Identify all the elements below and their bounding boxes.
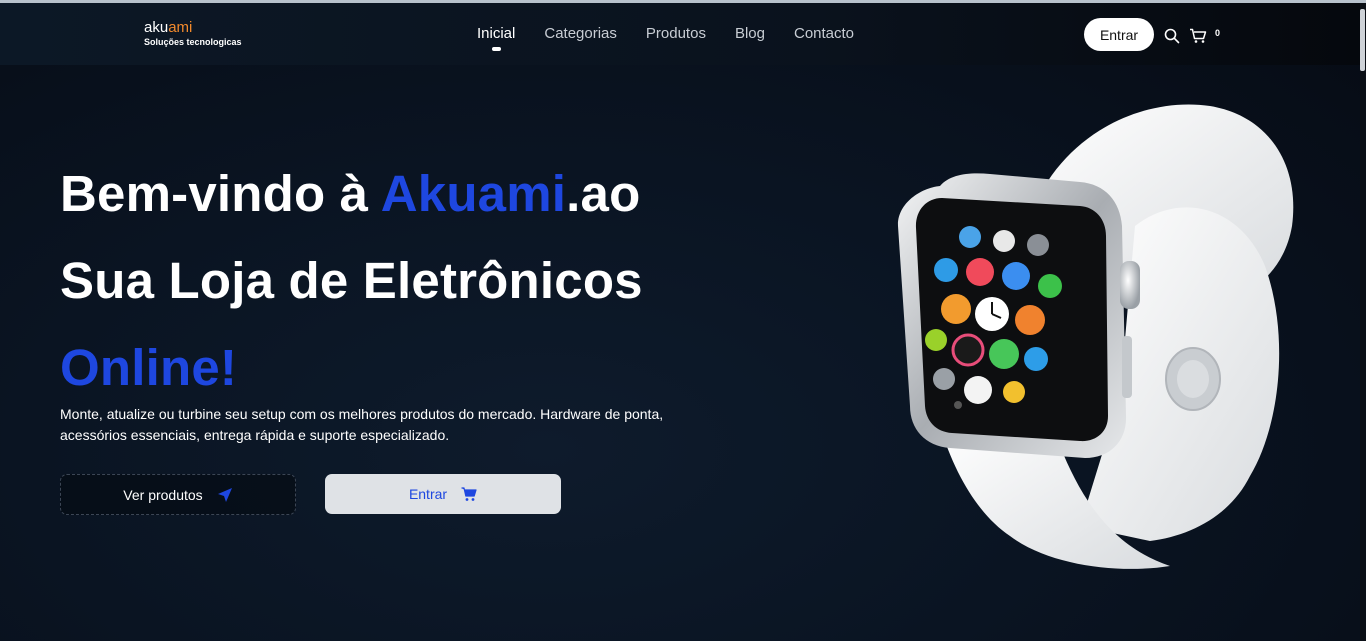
scrollbar[interactable] bbox=[1360, 3, 1366, 641]
hero-description: Monte, atualize ou turbine seu setup com… bbox=[60, 406, 664, 443]
view-products-label: Ver produtos bbox=[123, 486, 203, 503]
cart-count-badge: 0 bbox=[1215, 28, 1221, 38]
enter-button[interactable]: Entrar bbox=[325, 474, 561, 514]
nav-item-categorias[interactable]: Categorias bbox=[544, 25, 617, 42]
nav-item-inicial[interactable]: Inicial bbox=[477, 25, 516, 51]
main-nav: Inicial Categorias Produtos Blog Contact… bbox=[477, 25, 854, 51]
nav-item-contacto[interactable]: Contacto bbox=[794, 25, 854, 42]
shopping-cart-icon bbox=[461, 486, 477, 501]
send-icon bbox=[217, 487, 232, 502]
logo[interactable]: akuami Soluções tecnologicas bbox=[144, 19, 242, 48]
nav-item-blog[interactable]: Blog bbox=[735, 25, 765, 42]
site-header: akuami Soluções tecnologicas Inicial Cat… bbox=[0, 3, 1360, 65]
hero-title-brand: Akuami bbox=[380, 165, 567, 222]
nav-label: Inicial bbox=[477, 25, 516, 42]
hero-title-prefix: Bem-vindo à bbox=[60, 165, 381, 222]
nav-item-produtos[interactable]: Produtos bbox=[646, 25, 706, 42]
logo-name-accent: ami bbox=[168, 19, 193, 36]
smartwatch-image bbox=[897, 104, 1294, 569]
hero-title-line1: Bem-vindo à Akuami.ao bbox=[60, 150, 643, 237]
active-indicator bbox=[492, 47, 501, 51]
logo-wordmark: akuami bbox=[144, 19, 242, 36]
logo-tagline: Soluções tecnologicas bbox=[144, 37, 242, 47]
hero-title: Bem-vindo à Akuami.ao Sua Loja de Eletrô… bbox=[60, 150, 643, 411]
login-button[interactable]: Entrar bbox=[1084, 18, 1154, 51]
view-products-button[interactable]: Ver produtos bbox=[60, 474, 296, 515]
hero-title-line3: Online! bbox=[60, 339, 238, 396]
cart-icon[interactable] bbox=[1189, 28, 1207, 44]
enter-label: Entrar bbox=[408, 486, 448, 502]
scrollbar-thumb[interactable] bbox=[1360, 9, 1365, 71]
logo-name-main: aku bbox=[144, 19, 169, 36]
search-icon[interactable] bbox=[1164, 28, 1180, 44]
hero-title-suffix: .ao bbox=[566, 165, 641, 222]
hero-title-line2: Sua Loja de Eletrônicos bbox=[60, 252, 643, 309]
